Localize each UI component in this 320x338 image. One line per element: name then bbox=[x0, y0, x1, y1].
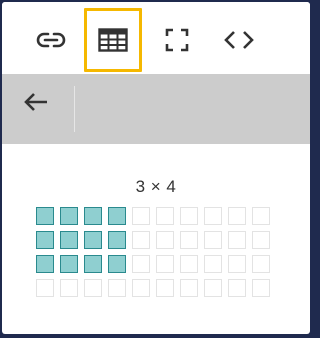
grid-cell[interactable] bbox=[228, 255, 246, 273]
back-button[interactable] bbox=[8, 74, 64, 134]
grid-cell-selected[interactable] bbox=[60, 207, 78, 225]
grid-cell[interactable] bbox=[252, 279, 270, 297]
grid-cell[interactable] bbox=[228, 279, 246, 297]
grid-cell-selected[interactable] bbox=[108, 207, 126, 225]
grid-cell[interactable] bbox=[84, 279, 102, 297]
table-icon bbox=[98, 28, 128, 52]
grid-cell-selected[interactable] bbox=[36, 231, 54, 249]
divider bbox=[74, 86, 75, 132]
grid-cell[interactable] bbox=[204, 255, 222, 273]
grid-cell[interactable] bbox=[132, 255, 150, 273]
grid-cell[interactable] bbox=[228, 231, 246, 249]
table-size-label: 3 × 4 bbox=[135, 177, 177, 196]
code-button[interactable] bbox=[210, 8, 268, 72]
grid-cell[interactable] bbox=[156, 207, 174, 225]
grid-cell[interactable] bbox=[132, 231, 150, 249]
arrow-left-icon bbox=[23, 92, 49, 117]
toolbar bbox=[2, 2, 310, 74]
grid-cell[interactable] bbox=[132, 207, 150, 225]
grid-cell[interactable] bbox=[180, 255, 198, 273]
grid-cell-selected[interactable] bbox=[108, 255, 126, 273]
grid-cell-selected[interactable] bbox=[108, 231, 126, 249]
grid-cell[interactable] bbox=[252, 207, 270, 225]
grid-cell[interactable] bbox=[180, 207, 198, 225]
grid-cell-selected[interactable] bbox=[60, 231, 78, 249]
grid-cell[interactable] bbox=[204, 231, 222, 249]
grid-cell-selected[interactable] bbox=[60, 255, 78, 273]
grid-cell[interactable] bbox=[252, 255, 270, 273]
grid-cell[interactable] bbox=[180, 279, 198, 297]
table-size-grid bbox=[36, 207, 270, 297]
grid-cell[interactable] bbox=[156, 279, 174, 297]
grid-cell[interactable] bbox=[204, 279, 222, 297]
grid-cell[interactable] bbox=[156, 255, 174, 273]
grid-cell[interactable] bbox=[228, 207, 246, 225]
table-options-bar bbox=[2, 74, 310, 144]
table-button[interactable] bbox=[84, 8, 142, 72]
code-icon bbox=[224, 29, 254, 51]
link-icon bbox=[35, 30, 67, 50]
grid-cell[interactable] bbox=[132, 279, 150, 297]
grid-cell[interactable] bbox=[180, 231, 198, 249]
grid-cell[interactable] bbox=[156, 231, 174, 249]
grid-cell-selected[interactable] bbox=[84, 207, 102, 225]
grid-cell-selected[interactable] bbox=[36, 255, 54, 273]
grid-cell[interactable] bbox=[204, 207, 222, 225]
grid-cell-selected[interactable] bbox=[36, 207, 54, 225]
link-button[interactable] bbox=[22, 8, 80, 72]
grid-cell[interactable] bbox=[36, 279, 54, 297]
grid-cell-selected[interactable] bbox=[84, 231, 102, 249]
grid-cell-selected[interactable] bbox=[84, 255, 102, 273]
grid-cell[interactable] bbox=[108, 279, 126, 297]
grid-cell[interactable] bbox=[252, 231, 270, 249]
grid-cell[interactable] bbox=[60, 279, 78, 297]
table-insert-popup: 3 × 4 bbox=[2, 2, 310, 334]
fullscreen-button[interactable] bbox=[148, 8, 206, 72]
fullscreen-icon bbox=[165, 28, 189, 52]
